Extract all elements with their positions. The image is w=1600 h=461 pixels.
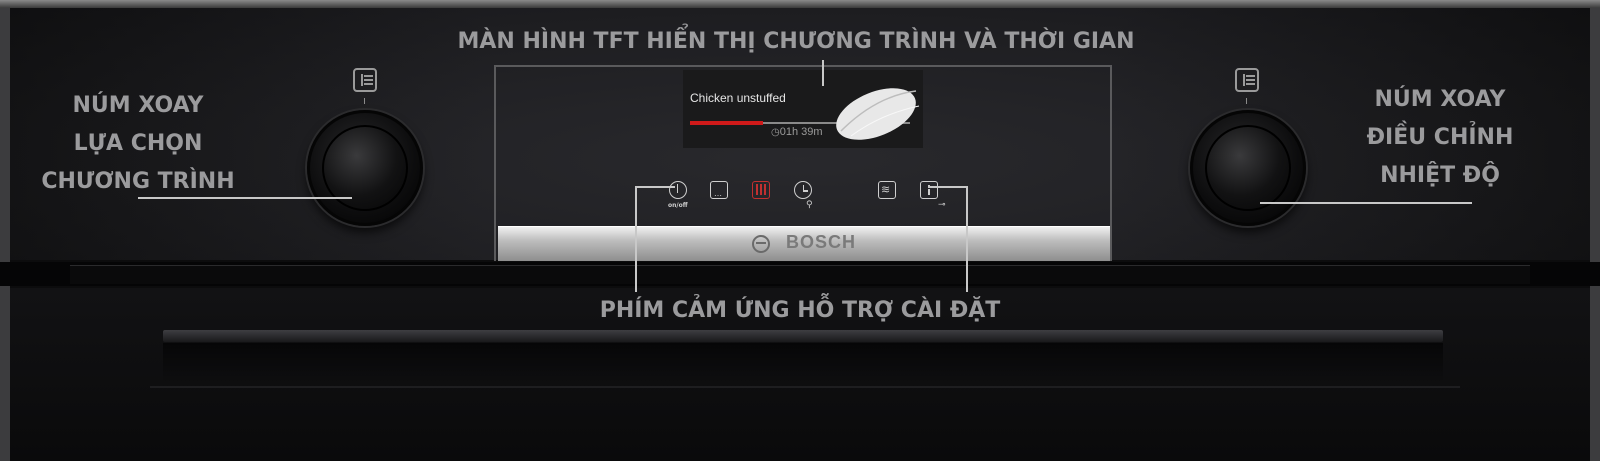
program-list-icon-left — [353, 68, 377, 92]
remaining-time: ◷01h 39m — [771, 126, 823, 138]
program-list-icon-right — [1235, 68, 1259, 92]
door-handle[interactable] — [163, 330, 1443, 342]
temperature-knob[interactable] — [1190, 110, 1306, 226]
right-knob-pointer-line — [1260, 202, 1472, 204]
program-selector-knob[interactable] — [307, 110, 423, 226]
feather-image — [836, 88, 920, 140]
program-name: Chicken unstuffed — [690, 91, 786, 105]
keys-pointer-line-right — [966, 186, 968, 292]
touch-keys-annotation: PHÍM CẢM ỨNG HỖ TRỢ CÀI ĐẶT — [599, 298, 1001, 323]
right-knob-annotation: NÚM XOAY ĐIỀU CHỈNH NHIỆT ĐỘ — [1366, 87, 1514, 188]
wrench-icon: ⚲ — [806, 200, 813, 210]
key-lock-icon: ⊸ — [938, 200, 946, 210]
brand-name: BOSCH — [786, 232, 857, 252]
temperature-knob-cap[interactable] — [1205, 125, 1291, 211]
menu-key[interactable]: … — [710, 181, 728, 199]
progress-bar — [690, 121, 763, 125]
tft-display: Chicken unstuffed ◷01h 39m — [683, 70, 923, 148]
timer-key[interactable] — [794, 181, 812, 199]
display-annotation: MÀN HÌNH TFT HIỂN THỊ CHƯƠNG TRÌNH VÀ TH… — [457, 29, 1135, 54]
left-edge — [0, 8, 10, 461]
keys-pointer-line-left — [635, 186, 637, 292]
heating-mode-key[interactable] — [752, 181, 770, 199]
right-edge — [1590, 8, 1600, 461]
top-bezel — [0, 0, 1600, 8]
fast-preheat-key[interactable]: ≋ — [878, 181, 896, 199]
display-pointer-line — [822, 60, 824, 86]
left-knob-annotation: NÚM XOAY LỰA CHỌN CHƯƠNG TRÌNH — [41, 93, 235, 194]
info-key[interactable] — [920, 181, 938, 199]
bosch-logo-icon — [752, 235, 770, 253]
ventilation-gap — [0, 262, 1600, 286]
clock-icon: ◷ — [771, 127, 780, 138]
power-key-label: on/off — [668, 202, 688, 209]
oven-control-panel-photo: Chicken unstuffed ◷01h 39m on/off … ⚲ ≋ … — [0, 0, 1600, 461]
power-key[interactable] — [669, 181, 687, 199]
